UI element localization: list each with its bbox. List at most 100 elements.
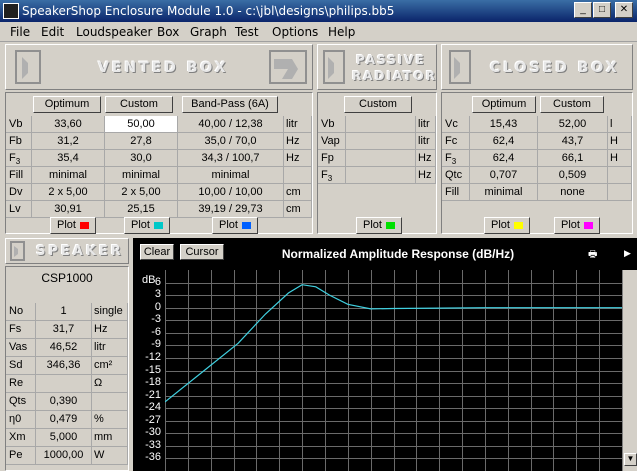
closed-optimum-plot-button[interactable]: Plot [484, 217, 530, 234]
row-label-text: Fb [9, 135, 22, 147]
vented-custom-plot-button[interactable]: Plot [124, 217, 170, 234]
closed-optimum-button[interactable]: Optimum [472, 96, 536, 113]
menu-file[interactable]: File [10, 25, 30, 39]
y-tick-label: -36 [145, 451, 161, 464]
menu-edit[interactable]: Edit [41, 25, 64, 39]
color-swatch-red [79, 221, 89, 229]
row-label-text: F [445, 152, 452, 164]
passive-plot-button[interactable]: Plot [356, 217, 402, 234]
passive-value-2 [346, 150, 416, 167]
row-label: Vap [318, 133, 346, 150]
vented-unit-4: cm [284, 184, 312, 201]
passive-unit-3: Hz [416, 167, 436, 184]
window-title: SpeakerShop Enclosure Module 1.0 - c:\jb… [22, 4, 395, 18]
passive-unit-1: litr [416, 133, 436, 150]
title-bar: SpeakerShop Enclosure Module 1.0 - c:\jb… [0, 0, 637, 22]
vented-custom-button[interactable]: Custom [105, 96, 173, 113]
speaker-model[interactable]: CSP1000 [8, 269, 126, 301]
vented-optimum-1: 31,2 [32, 133, 105, 150]
vented-optimum-0: 33,60 [32, 116, 105, 133]
menu-help[interactable]: Help [328, 25, 355, 39]
speaker-param-value: 5,000 [36, 429, 92, 447]
vented-bandpass-0: 40,00 / 12,38 [178, 116, 284, 133]
color-swatch-cyan [153, 221, 163, 229]
speaker-param-label: Re [6, 375, 36, 393]
chevron-right-icon[interactable]: ▶ [624, 248, 631, 259]
passive-radiator-icon [323, 50, 345, 84]
speaker-param-label: Vas [6, 339, 36, 357]
close-button[interactable]: ✕ [615, 2, 633, 18]
color-swatch-magenta [583, 221, 593, 229]
vented-bandpass-plot-button[interactable]: Plot [212, 217, 258, 234]
row-label: F3 [318, 167, 346, 184]
closed-unit-0: l [608, 116, 632, 133]
vented-optimum-plot-button[interactable]: Plot [50, 217, 96, 234]
row-label-text: Fill [9, 169, 24, 181]
menu-test[interactable]: Test [235, 25, 259, 39]
row-label-text: Lv [9, 203, 21, 215]
passive-title-line2: RADIATOR [352, 69, 437, 83]
row-label: Fb [6, 133, 32, 150]
menu-box[interactable]: Box [157, 25, 179, 39]
closed-custom-0: 52,00 [538, 116, 608, 133]
scroll-down-button[interactable]: ▼ [624, 453, 637, 466]
plot-label: Plot [131, 219, 150, 231]
vented-bandpass-button[interactable]: Band-Pass (6A) [182, 96, 278, 113]
vented-box-table: Optimum Custom Band-Pass (6A) Vb 33,60 50,… [5, 92, 313, 234]
speaker-param-label: Qts [6, 393, 36, 411]
closed-custom-4: none [538, 184, 608, 201]
speaker-param-value: 31,7 [36, 321, 92, 339]
maximize-button[interactable]: □ [593, 2, 611, 18]
speaker-param-unit: W [92, 447, 128, 465]
menu-graph[interactable]: Graph [190, 25, 227, 39]
vented-unit-0: litr [284, 116, 312, 133]
passive-radiator-header: PASSIVE RADIATOR [317, 44, 437, 90]
speaker-param-unit: Ω [92, 375, 128, 393]
y-tick-label: -21 [145, 388, 161, 401]
minimize-button[interactable]: _ [574, 2, 592, 18]
amplitude-chart[interactable] [165, 270, 622, 471]
passive-custom-button[interactable]: Custom [344, 96, 412, 113]
printer-icon[interactable]: 🖶 [588, 247, 597, 264]
cursor-button[interactable]: Cursor [180, 244, 224, 260]
plot-label: Plot [561, 219, 580, 231]
y-tick-label: -6 [151, 325, 161, 338]
speaker-param-unit: mm [92, 429, 128, 447]
plot-label: Plot [363, 219, 382, 231]
speaker-param-unit: Hz [92, 321, 128, 339]
graph-scrollbar[interactable]: ▼ [622, 270, 637, 471]
speaker-param-unit: single [92, 303, 128, 321]
closed-unit-4 [608, 184, 632, 201]
grid [165, 270, 622, 471]
speaker-param-value: 346,36 [36, 357, 92, 375]
vented-custom-0[interactable]: 50,00 [105, 116, 178, 133]
vented-box-icon [15, 50, 41, 84]
vented-unit-1: Hz [284, 133, 312, 150]
clear-button[interactable]: Clear [140, 244, 174, 260]
closed-optimum-1: 62,4 [470, 133, 538, 150]
menu-loudspeaker[interactable]: Loudspeaker [76, 25, 152, 39]
passive-unit-0: litr [416, 116, 436, 133]
menu-options[interactable]: Options [272, 25, 318, 39]
plot-label: Plot [57, 219, 76, 231]
vented-optimum-button[interactable]: Optimum [33, 96, 101, 113]
closed-unit-2: H [608, 150, 632, 167]
vented-custom-4: 2 x 5,00 [105, 184, 178, 201]
closed-custom-button[interactable]: Custom [540, 96, 604, 113]
row-label: Fill [442, 184, 470, 201]
vented-custom-2: 30,0 [105, 150, 178, 167]
closed-custom-plot-button[interactable]: Plot [554, 217, 600, 234]
row-label: F3 [6, 150, 32, 167]
vented-bandpass-3: minimal [178, 167, 284, 184]
color-swatch-blue [241, 221, 251, 229]
y-tick-label: -24 [145, 401, 161, 414]
vented-bandpass-5: 39,19 / 29,73 [178, 201, 284, 218]
row-label: Lv [6, 201, 32, 218]
row-label-text: Vb [9, 118, 23, 130]
closed-optimum-0: 15,43 [470, 116, 538, 133]
closed-optimum-2: 62,4 [470, 150, 538, 167]
graph-title: Normalized Amplitude Response (dB/Hz) [281, 247, 515, 261]
speaker-param-unit: cm² [92, 357, 128, 375]
vented-unit-2: Hz [284, 150, 312, 167]
speaker-param-label: Fs [6, 321, 36, 339]
